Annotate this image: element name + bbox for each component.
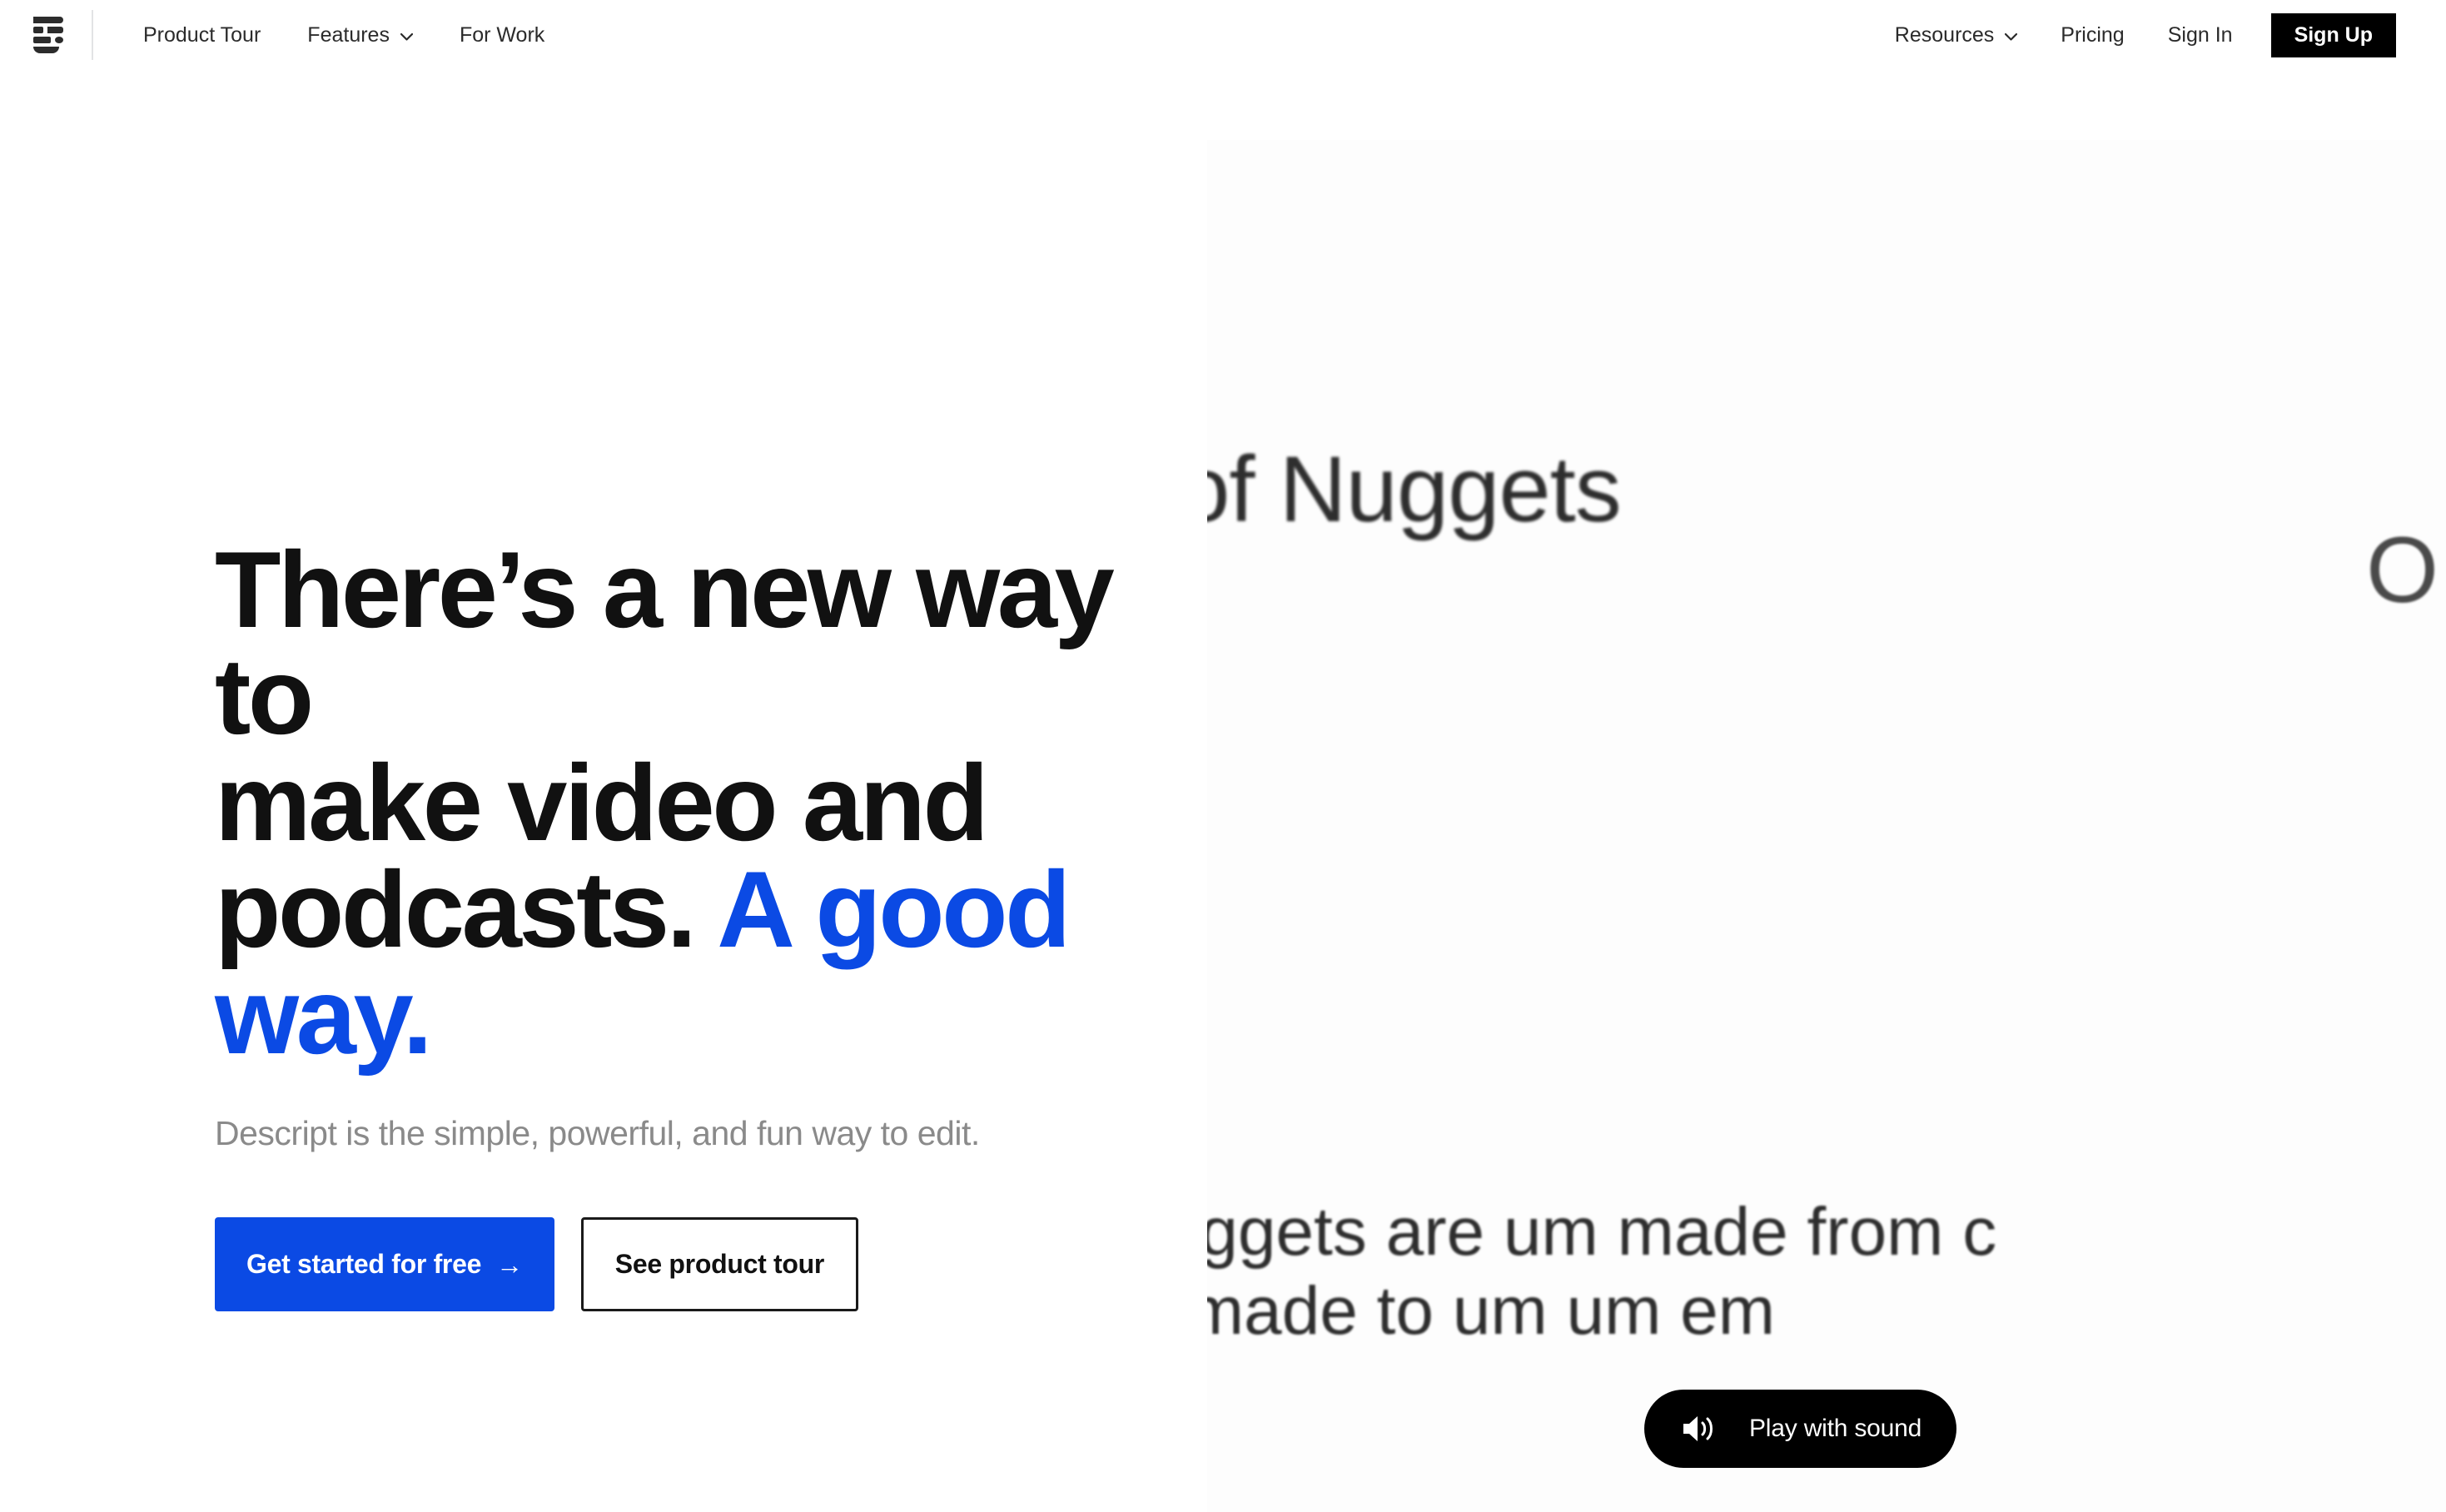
nav-item-pricing[interactable]: Pricing (2039, 0, 2145, 70)
play-with-sound-button[interactable]: Play with sound (1644, 1390, 1957, 1468)
primary-nav-links: Product Tour Features For Work (120, 0, 568, 70)
hero-headline-line-2: make video and (215, 742, 989, 863)
nav-item-pricing-label: Pricing (2061, 23, 2125, 47)
nav-item-sign-in-label: Sign In (2167, 23, 2233, 47)
video-title-text: s of Nuggets (1207, 437, 1622, 541)
video-edge-glyph: O (2366, 518, 2439, 622)
nav-divider (92, 10, 93, 60)
get-started-label: Get started for free (246, 1249, 482, 1279)
play-with-sound-label: Play with sound (1749, 1415, 1922, 1442)
nav-item-features[interactable]: Features (284, 0, 436, 70)
nav-item-for-work-label: For Work (459, 23, 545, 47)
nav-item-resources-label: Resources (1894, 23, 1995, 47)
nav-item-for-work[interactable]: For Work (436, 0, 568, 70)
video-transcript-line-2: re made to um um em (1207, 1273, 1776, 1349)
descript-logo-icon[interactable] (33, 17, 63, 53)
chevron-down-icon (2005, 32, 2018, 41)
hero-video-panel[interactable]: s of Nuggets O nuggets are um made from … (1207, 140, 2446, 1512)
see-product-tour-button[interactable]: See product tour (580, 1217, 859, 1311)
nav-item-product-tour-label: Product Tour (143, 23, 261, 47)
chevron-down-icon (400, 32, 413, 41)
hero-cta-row: Get started for free → See product tour (215, 1217, 1147, 1311)
nav-item-sign-in[interactable]: Sign In (2146, 0, 2255, 70)
nav-right-group: Resources Pricing Sign In Sign Up (1873, 0, 2446, 70)
hero-subheadline: Descript is the simple, powerful, and fu… (215, 1114, 980, 1152)
speaker-volume-icon (1681, 1414, 1714, 1444)
arrow-right-icon: → (496, 1249, 523, 1280)
hero-headline-line-1: There’s a new way to (215, 529, 1115, 757)
hero-headline: There’s a new way to make video and podc… (215, 535, 1147, 1070)
nav-item-product-tour[interactable]: Product Tour (120, 0, 284, 70)
get-started-for-free-button[interactable]: Get started for free → (215, 1217, 554, 1311)
video-transcript-line-1: nuggets are um made from c (1207, 1194, 1997, 1270)
nav-item-features-label: Features (307, 23, 390, 47)
sign-up-button[interactable]: Sign Up (2270, 12, 2396, 57)
hero-headline-line-3-plain: podcasts. (215, 848, 718, 970)
hero-section: s of Nuggets O nuggets are um made from … (0, 70, 2446, 1512)
nav-left-group: Product Tour Features For Work (0, 0, 568, 70)
nav-item-resources[interactable]: Resources (1873, 0, 2040, 70)
top-navigation-bar: Product Tour Features For Work Resources… (0, 0, 2446, 70)
hero-copy-block: There’s a new way to make video and podc… (215, 535, 1147, 1311)
